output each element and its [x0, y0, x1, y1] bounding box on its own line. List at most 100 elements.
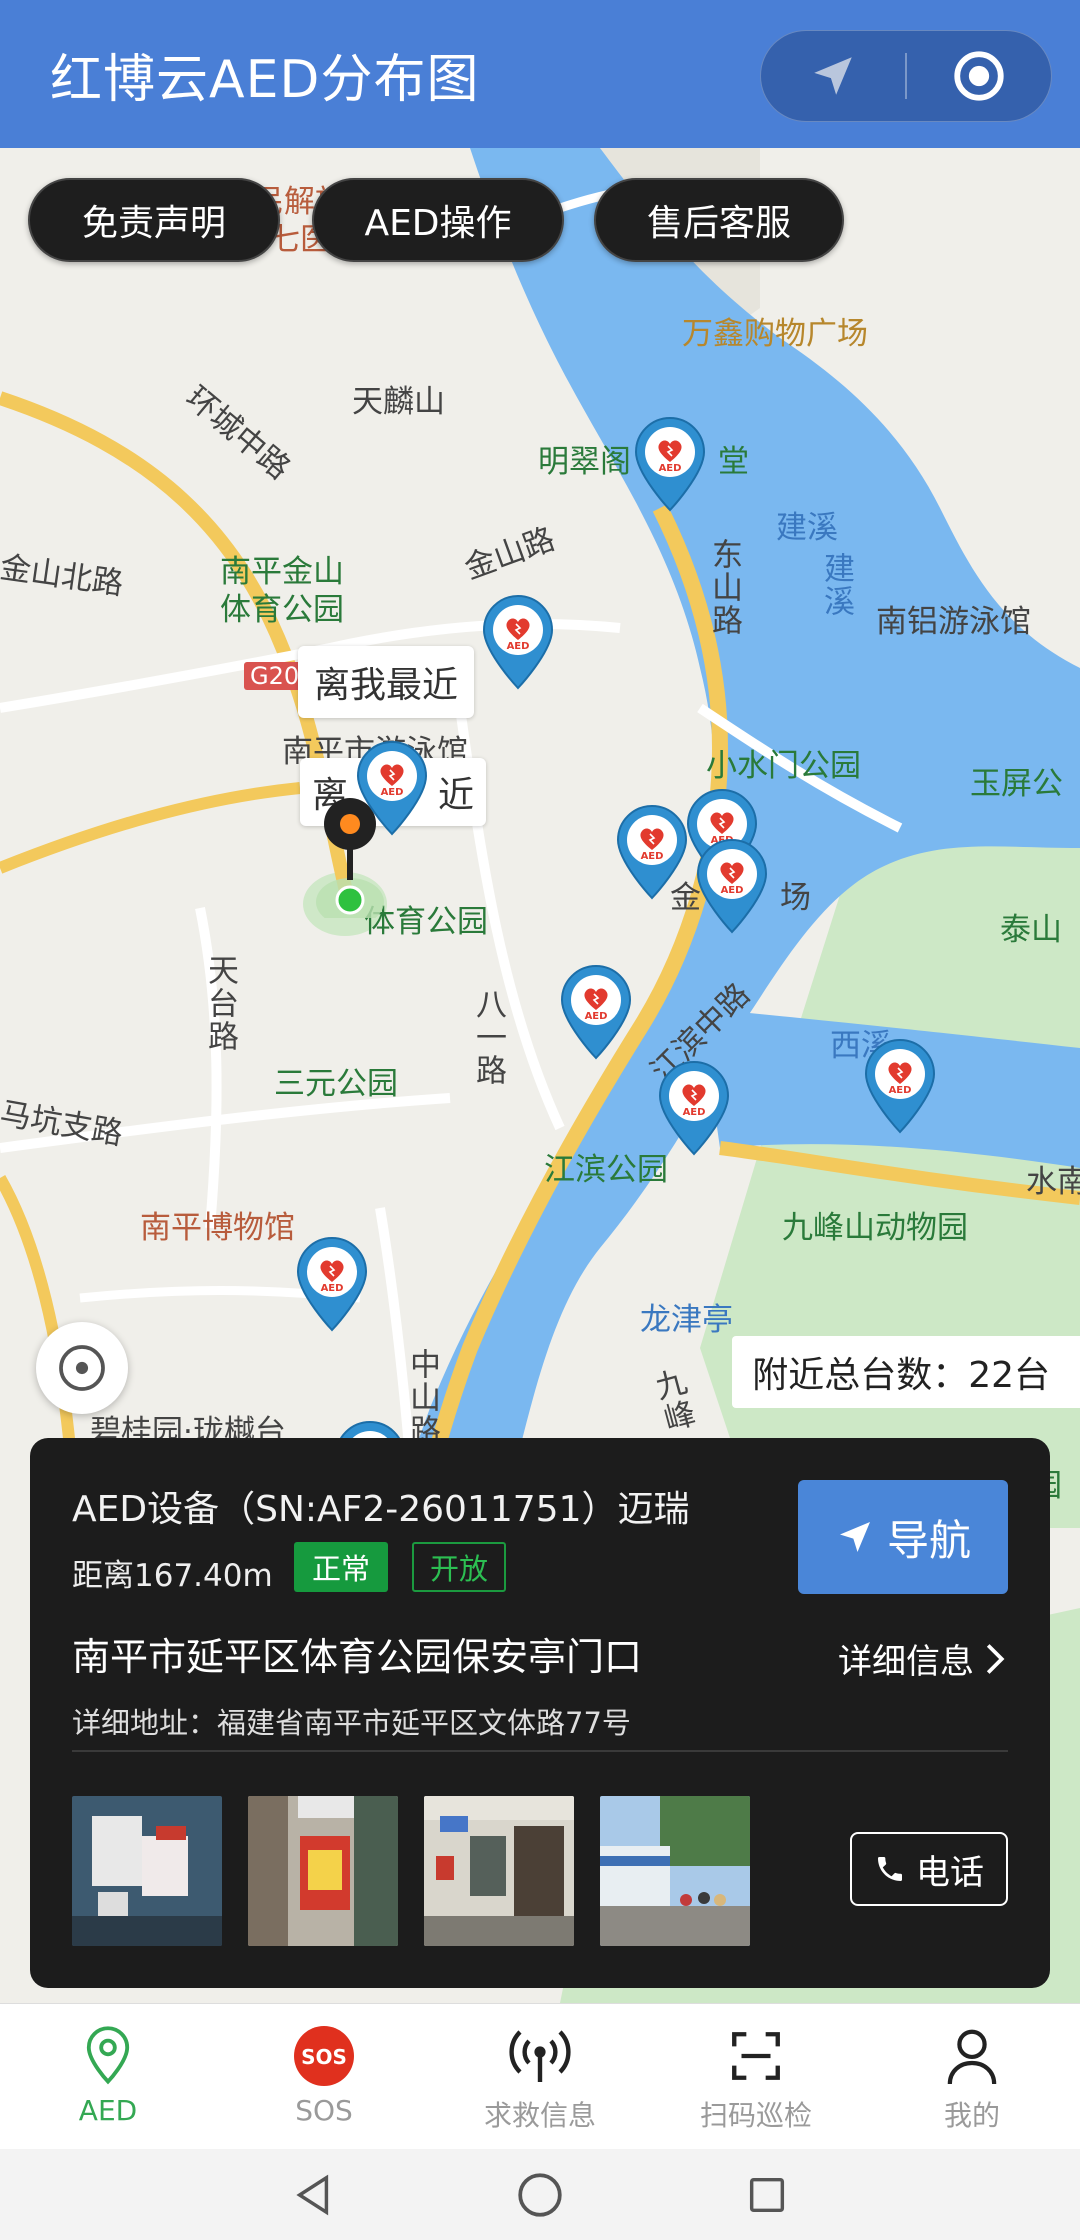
status-open-badge: 开放 [412, 1542, 507, 1592]
aed-pin-label: AED [381, 787, 404, 798]
aed-operation-button[interactable]: AED操作 [312, 178, 564, 262]
recents-square-icon[interactable] [744, 2172, 790, 2218]
navigation-arrow-icon[interactable] [761, 31, 905, 121]
mini-program-capsule [760, 30, 1052, 122]
phone-icon [878, 1857, 902, 1881]
tab-aed[interactable]: AED [0, 2004, 216, 2149]
tab-sos[interactable]: SOS SOS [216, 2004, 432, 2149]
aed-pin[interactable]: AED [556, 964, 636, 1060]
map-label-yuping: 玉屏公 [970, 766, 1063, 802]
aed-pin-label: AED [721, 885, 744, 896]
system-navigation-bar [0, 2149, 1080, 2240]
aed-pin-label: AED [889, 1085, 912, 1096]
aed-pin[interactable]: AED [630, 416, 710, 512]
tab-scan-inspect[interactable]: 扫码巡检 [648, 2004, 864, 2149]
aed-pin-label: AED [321, 1283, 344, 1294]
svg-text:SOS: SOS [301, 2045, 347, 2069]
person-icon [947, 2029, 997, 2085]
tab-scan-inspect-label: 扫码巡检 [699, 2099, 812, 2132]
aed-pin-icon: AED [560, 965, 632, 1060]
aed-pin-label: AED [507, 641, 530, 652]
after-sales-button[interactable]: 售后客服 [594, 178, 844, 262]
broadcast-icon [509, 2030, 571, 2082]
photo-3[interactable] [424, 1796, 574, 1946]
tab-help-info[interactable]: 求救信息 [432, 2004, 648, 2149]
map-label-jianxi-vertical: 建溪 [818, 552, 854, 618]
aed-pin-label: AED [641, 851, 664, 862]
sos-icon: SOS [294, 2026, 354, 2086]
photo-1[interactable] [72, 1796, 222, 1946]
map-label-jiangbin-park: 江滨公园 [544, 1152, 668, 1188]
map-label-park-jinshan-2: 体育公园 [220, 592, 344, 628]
aed-info-card[interactable]: AED设备（SN:AF2-26011751）迈瑞 距离167.40m 正常 开放… [30, 1438, 1050, 1988]
tab-aed-label: AED [78, 2094, 138, 2127]
navigation-arrow-icon [839, 1522, 870, 1552]
map-label-museum: 南平博物馆 [140, 1210, 295, 1246]
map-label-bayi-road: 八一路 [470, 988, 506, 1087]
disclaimer-button[interactable]: 免责声明 [28, 178, 280, 262]
chevron-right-icon [986, 1643, 1005, 1674]
device-location-name: 南平市延平区体育公园保安亭门口 [72, 1635, 643, 1679]
aed-pin[interactable]: AED [352, 740, 432, 836]
bottom-tab-bar: AED SOS SOS 求救信息 扫码巡检 我的 [0, 2003, 1080, 2149]
map-label-longjin: 龙津亭 [640, 1302, 733, 1338]
map-label-shuinan: 水南 [1026, 1164, 1080, 1200]
call-button[interactable]: 电话 [850, 1832, 1008, 1906]
record-target-icon[interactable] [907, 31, 1051, 121]
scan-icon [732, 2032, 780, 2080]
aed-pin-label: AED [659, 463, 682, 474]
map-label-mingcui: 明翠阁 [538, 444, 631, 480]
map-label-xiaoshuimen: 小水门公园 [706, 748, 861, 784]
tab-sos-label: SOS [295, 2094, 353, 2127]
locate-target-icon [59, 1345, 105, 1391]
navigate-label: 导航 [886, 1515, 971, 1565]
map-label-zoo: 九峰山动物园 [782, 1210, 968, 1246]
aed-pin-label: AED [585, 1011, 608, 1022]
map-label-jin-square-b: 场 [780, 880, 811, 916]
tab-mine[interactable]: 我的 [864, 2004, 1080, 2149]
aed-pin-icon: AED [616, 805, 688, 900]
device-distance: 距离167.40m [72, 1558, 273, 1594]
tab-mine-label: 我的 [943, 2099, 1000, 2132]
photo-4[interactable] [600, 1796, 750, 1946]
header-bar: 红博云AED分布图 [0, 0, 1080, 148]
aed-pin-icon: AED [634, 417, 706, 512]
aed-pin-icon: AED [658, 1061, 730, 1156]
map-label-tiantai-road: 天台路 [202, 954, 238, 1053]
aed-pin-icon: AED [296, 1237, 368, 1332]
map-label-tianlin: 天麟山 [352, 384, 445, 420]
card-divider [72, 1750, 1008, 1752]
aed-pin-label: AED [683, 1107, 706, 1118]
home-circle-icon[interactable] [515, 2170, 565, 2220]
aed-pin[interactable]: AED [292, 1236, 372, 1332]
aed-pin[interactable]: AED [612, 804, 692, 900]
aed-pin[interactable]: AED [860, 1038, 940, 1134]
tab-help-info-label: 求救信息 [483, 2099, 596, 2132]
aed-pin[interactable]: AED [478, 594, 558, 690]
map-label-jianxi: 建溪 [776, 510, 838, 546]
nearest-tooltip: 离我最近 [298, 646, 475, 718]
nearest-tooltip-partial-b: 近 [438, 775, 475, 816]
detail-info-link[interactable]: 详细信息 [838, 1634, 1008, 1683]
map-pin-icon [86, 2026, 130, 2085]
locate-button[interactable] [36, 1322, 128, 1414]
navigate-button[interactable]: 导航 [798, 1480, 1008, 1594]
aed-pin-icon: AED [696, 839, 768, 934]
aed-pin-icon: AED [356, 741, 428, 836]
page-title: 红博云AED分布图 [50, 49, 480, 110]
aed-pin-icon: AED [864, 1039, 936, 1134]
map-label-sanyuan: 三元公园 [274, 1066, 398, 1102]
map-label-dongshan-road: 东山路 [706, 538, 742, 637]
photo-2[interactable] [248, 1796, 398, 1946]
device-title: AED设备（SN:AF2-26011751）迈瑞 [72, 1489, 690, 1530]
device-address: 详细地址：福建省南平市延平区文体路77号 [72, 1706, 631, 1740]
map-label-mall: 万鑫购物广场 [682, 316, 868, 352]
map-label-church: 堂 [718, 444, 749, 480]
status-normal-badge: 正常 [294, 1542, 389, 1592]
detail-info-label: 详细信息 [838, 1642, 974, 1682]
back-triangle-icon[interactable] [290, 2172, 336, 2218]
map-label-nanlv-pool: 南铝游泳馆 [876, 604, 1031, 640]
nearby-count-badge: 附近总台数：22台 [732, 1336, 1080, 1408]
aed-pin[interactable]: AED [654, 1060, 734, 1156]
aed-pin[interactable]: AED [692, 838, 772, 934]
